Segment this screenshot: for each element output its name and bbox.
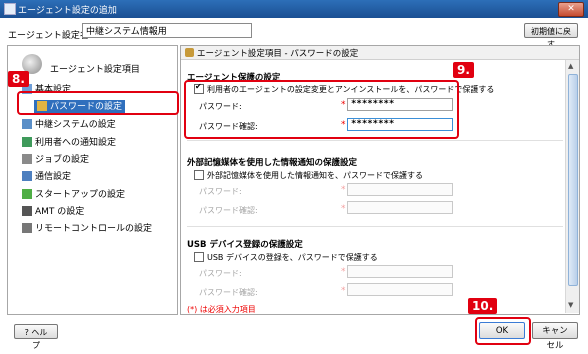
callout-9-label: 9. [453,62,474,78]
ok-button[interactable]: OK [479,322,525,339]
reset-defaults-button[interactable]: 初期値に戻す [524,23,578,49]
tree-item-startup[interactable]: スタートアップの設定 [22,188,125,202]
vertical-scrollbar[interactable]: ▲ ▼ [565,60,579,313]
remote-control-icon [22,223,32,233]
dialog-window: エージェント設定の追加 ✕ エージェント設定名: * 初期値に戻す エージェント… [0,0,588,351]
title-bar: エージェント設定の追加 ✕ [0,0,588,18]
usb-password-label: パスワード: [199,269,242,278]
tree-item-job[interactable]: ジョブの設定 [22,153,89,167]
section-title-external-media: 外部記憶媒体を使用した情報通知の保護設定 [187,158,358,168]
section-title-usb: USB デバイス登録の保護設定 [187,240,303,250]
usb-protection-checkbox[interactable] [194,252,204,262]
scrollbar-thumb[interactable] [568,74,578,286]
scroll-up-icon[interactable]: ▲ [568,62,573,70]
close-button[interactable]: ✕ [558,2,584,17]
tree-item-communication[interactable]: 通信設定 [22,170,71,184]
tree-item-remote-control[interactable]: リモートコントロールの設定 [22,222,152,236]
usb-protection-checkbox-label: USB デバイスの登録を、パスワードで保護する [207,253,378,262]
breadcrumb: エージェント設定項目 - パスワードの設定 [197,49,359,59]
amt-icon [22,206,32,216]
help-button[interactable]: ? ヘルプ [14,324,58,350]
external-media-confirm-field[interactable] [347,201,453,214]
tree-title: エージェント設定項目 [50,65,140,75]
external-media-checkbox-label: 外部記憶媒体を使用した情報通知を、パスワードで保護する [207,171,423,180]
external-media-password-label: パスワード: [199,187,242,196]
callout-8-highlight [17,91,179,115]
external-media-confirm-label: パスワード確認: [199,206,258,215]
required-mark: * [341,267,346,277]
callout-10-label: 10. [468,298,498,314]
section-divider [187,226,563,227]
callout-8-label: 8. [8,71,29,87]
user-notification-icon [22,137,32,147]
job-icon [22,154,32,164]
settings-tree: エージェント設定項目 基本設定 パスワードの設定 中継システムの設定 利用者への… [7,45,178,315]
required-note: (*) は必須入力項目 [187,305,256,314]
usb-confirm-field[interactable] [347,283,453,296]
cancel-button[interactable]: キャンセル [532,322,578,351]
tree-item-amt[interactable]: AMT の設定 [22,205,84,219]
callout-9-highlight [184,80,459,139]
content-header: エージェント設定項目 - パスワードの設定 [181,46,579,60]
tree-item-user-notification[interactable]: 利用者への通知設定 [22,136,116,150]
section-divider [187,140,563,141]
usb-password-field[interactable] [347,265,453,278]
tree-item-relay[interactable]: 中継システムの設定 [22,118,116,132]
key-icon [185,48,194,57]
relay-system-icon [22,119,32,129]
tree-header: エージェント設定項目 [10,50,174,78]
external-media-checkbox[interactable] [194,170,204,180]
app-icon [4,3,16,15]
required-mark: * [341,185,346,195]
startup-icon [22,189,32,199]
required-mark: * [341,286,346,296]
required-mark: * [341,204,346,214]
external-media-password-field[interactable] [347,183,453,196]
usb-confirm-label: パスワード確認: [199,288,258,297]
setting-name-input[interactable] [82,23,252,38]
scroll-down-icon[interactable]: ▼ [568,301,573,309]
communication-icon [22,171,32,181]
window-title: エージェント設定の追加 [18,6,117,16]
